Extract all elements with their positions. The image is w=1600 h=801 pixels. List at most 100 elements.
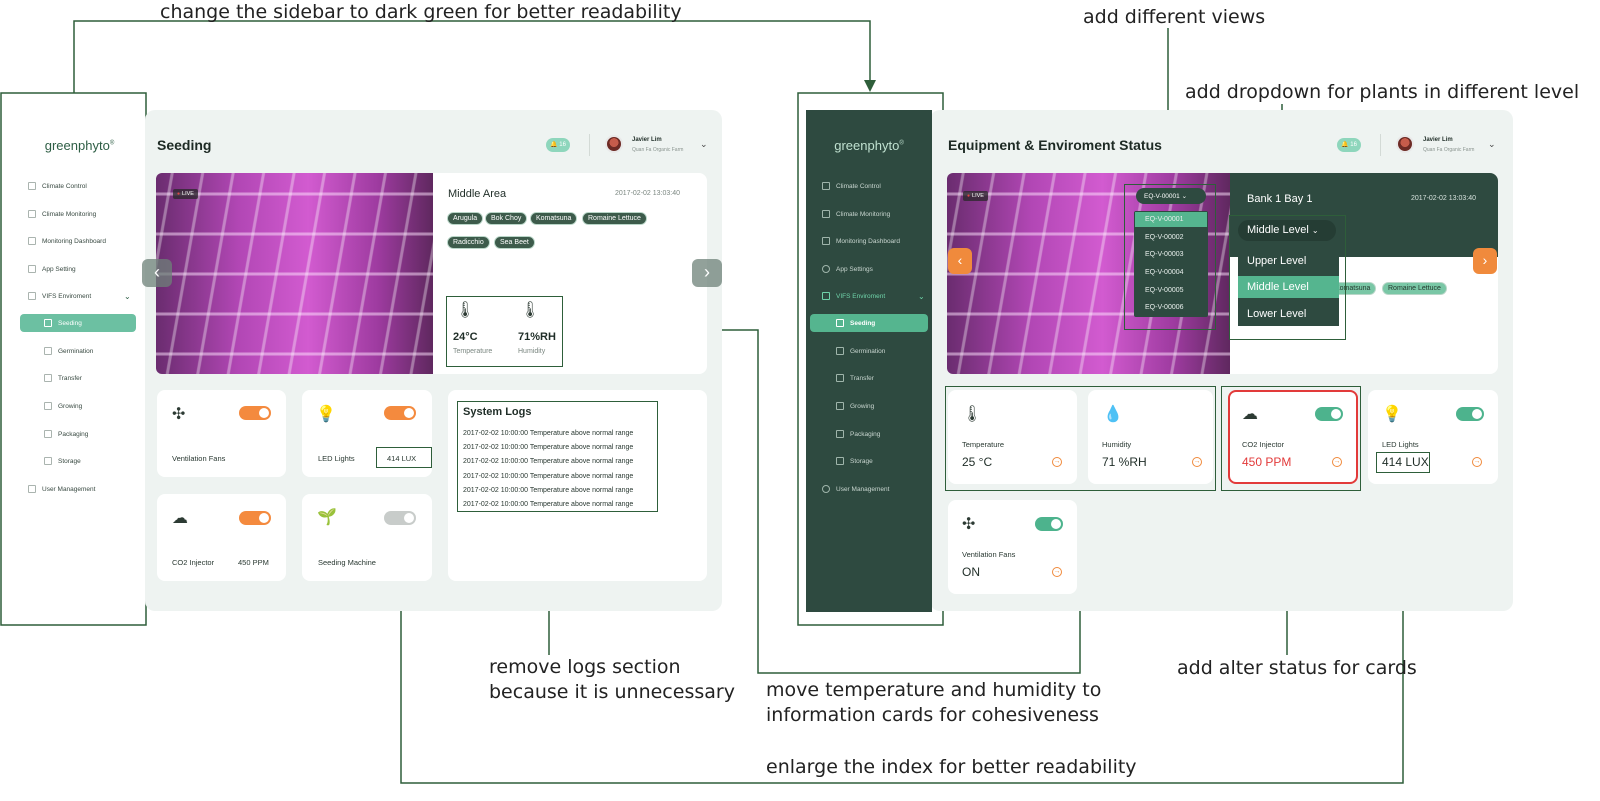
user-org: Quan Fa Organic Farm	[1423, 147, 1475, 153]
sidebar-item-user-management[interactable]: User Management	[28, 485, 95, 493]
equipment-option[interactable]: EQ-V-00006	[1145, 304, 1184, 311]
sidebar-item-storage[interactable]: Storage	[836, 457, 873, 465]
plant-icon	[836, 402, 844, 410]
seeding-machine-toggle[interactable]	[384, 511, 416, 525]
sidebar-item-storage[interactable]: Storage	[44, 457, 81, 465]
chevron-down-icon[interactable]: ⌄	[1488, 139, 1496, 150]
user-name: Javier Lim	[1423, 137, 1453, 143]
next-arrow-button[interactable]: ›	[692, 259, 722, 287]
next-arrow-button[interactable]: ›	[1473, 248, 1497, 274]
co2-value: 450 PPM	[238, 558, 269, 567]
sidebar-item-seeding[interactable]: Seeding	[836, 319, 875, 327]
sidebar-item-growing[interactable]: Growing	[836, 402, 874, 410]
prev-arrow-button[interactable]: ‹	[142, 259, 172, 287]
plant-tag[interactable]: Bok Choy	[485, 212, 528, 225]
live-badge: LIVE	[173, 189, 198, 199]
fans-label: Ventilation Fans	[172, 454, 226, 463]
grid-icon	[44, 347, 52, 355]
sidebar-item-growing[interactable]: Growing	[44, 402, 82, 410]
sidebar-item-germination[interactable]: Germination	[44, 347, 93, 355]
sidebar-item-packaging[interactable]: Packaging	[44, 430, 88, 438]
grid-icon	[44, 457, 52, 465]
annotation-move-temp-1: move temperature and humidity to	[766, 679, 1102, 701]
arrow-right-icon[interactable]: →	[1332, 457, 1342, 467]
droplet-icon: 💧	[1103, 406, 1123, 423]
co2-toggle[interactable]	[239, 511, 271, 525]
sidebar-item-climate-monitoring[interactable]: Climate Monitoring	[28, 210, 96, 218]
bank-timestamp: 2017-02-02 13:03:40	[1411, 195, 1476, 202]
equipment-select[interactable]: EQ-V-00001 ⌄	[1136, 188, 1206, 204]
transfer-icon	[836, 374, 844, 382]
sidebar-item-packaging[interactable]: Packaging	[836, 430, 880, 438]
arrow-right-icon[interactable]: →	[1472, 457, 1482, 467]
plant-tag[interactable]: Komatsuna	[530, 212, 578, 225]
co2-value: 450 PPM	[1242, 455, 1292, 469]
equipment-option[interactable]: EQ-V-00004	[1145, 269, 1184, 276]
plant-tag[interactable]: Radicchio	[447, 236, 490, 249]
sidebar-item-user-management[interactable]: User Management	[822, 485, 889, 493]
sidebar-item-monitoring-dashboard[interactable]: Monitoring Dashboard	[822, 237, 900, 245]
thermometer-icon: 🌡	[455, 302, 476, 319]
brand-logo: greenphyto®	[834, 138, 904, 153]
equipment-option[interactable]: EQ-V-00003	[1145, 251, 1184, 258]
level-option[interactable]: Lower Level	[1239, 304, 1314, 324]
fan-icon: ✣	[962, 516, 976, 533]
arrow-right-icon[interactable]: →	[1052, 457, 1062, 467]
plant-tag[interactable]: Sea Beet	[494, 236, 535, 249]
arrow-right-icon[interactable]: →	[1192, 457, 1202, 467]
area-timestamp: 2017-02-02 13:03:40	[615, 190, 680, 197]
sidebar-item-climate-monitoring[interactable]: Climate Monitoring	[822, 210, 890, 218]
notification-badge[interactable]: 🔔 16	[1337, 138, 1361, 152]
equipment-option[interactable]: EQ-V-00005	[1145, 287, 1184, 294]
sidebar-item-vifs[interactable]: VIFS Enviroment ⌄	[822, 292, 925, 301]
co2-toggle[interactable]	[1315, 407, 1343, 421]
user-name: Javier Lim	[632, 137, 662, 143]
grid-icon	[28, 237, 36, 245]
prev-arrow-button[interactable]: ‹	[948, 248, 972, 274]
sidebar-item-seeding[interactable]: Seeding	[44, 319, 82, 327]
level-option[interactable]: Upper Level	[1239, 251, 1314, 271]
sidebar-item-germination[interactable]: Germination	[836, 347, 885, 355]
annotation-sidebar-color: change the sidebar to dark green for bet…	[160, 1, 682, 23]
log-line: 2017-02-02 10:00:00 Temperature above no…	[463, 458, 634, 465]
led-label: LED Lights	[318, 454, 355, 463]
avatar[interactable]	[1396, 135, 1414, 153]
sidebar-item-vifs[interactable]: VIFS Enviroment ⌄	[28, 292, 131, 301]
user-icon	[822, 485, 830, 493]
fans-toggle[interactable]	[239, 406, 271, 420]
led-toggle[interactable]	[384, 406, 416, 420]
live-badge: LIVE	[963, 191, 988, 201]
sidebar-item-climate-control[interactable]: Climate Control	[28, 182, 87, 190]
avatar[interactable]	[605, 135, 623, 153]
seeding-machine-label: Seeding Machine	[318, 558, 376, 567]
led-label: LED Lights	[1382, 440, 1419, 449]
equipment-option[interactable]: EQ-V-00002	[1145, 234, 1184, 241]
grid-icon	[44, 430, 52, 438]
log-line: 2017-02-02 10:00:00 Temperature above no…	[463, 501, 634, 508]
sidebar-item-monitoring-dashboard[interactable]: Monitoring Dashboard	[28, 237, 106, 245]
divider	[589, 134, 590, 156]
arrow-right-icon[interactable]: →	[1052, 567, 1062, 577]
notification-badge[interactable]: 🔔 16	[546, 138, 570, 152]
sidebar-item-transfer[interactable]: Transfer	[836, 374, 874, 382]
grid-icon	[28, 265, 36, 273]
sidebar-item-app-setting[interactable]: App Setting	[28, 265, 76, 273]
co2-label: CO2 Injector	[1242, 440, 1285, 449]
level-select[interactable]: Middle Level ⌄	[1238, 220, 1336, 241]
plant-tag[interactable]: Romaine Lettuce	[1382, 282, 1447, 295]
fans-toggle[interactable]	[1035, 517, 1063, 531]
sidebar-item-climate-control[interactable]: Climate Control	[822, 182, 881, 190]
chevron-down-icon[interactable]: ⌄	[700, 139, 708, 150]
plant-tag[interactable]: Romaine Lettuce	[582, 212, 647, 225]
level-option[interactable]: Middle Level	[1239, 277, 1317, 297]
plant-tag[interactable]: Arugula	[447, 212, 484, 225]
log-line: 2017-02-02 10:00:00 Temperature above no…	[463, 444, 634, 451]
sidebar-item-app-settings[interactable]: App Settings	[822, 265, 873, 273]
led-toggle[interactable]	[1456, 407, 1484, 421]
equipment-option[interactable]: EQ-V-00001	[1145, 216, 1184, 223]
sprout-icon	[836, 347, 844, 355]
box-icon	[836, 430, 844, 438]
annotation-move-temp-2: information cards for cohesiveness	[766, 704, 1099, 726]
user-org: Quan Fa Organic Farm	[632, 147, 684, 153]
sidebar-item-transfer[interactable]: Transfer	[44, 374, 82, 382]
